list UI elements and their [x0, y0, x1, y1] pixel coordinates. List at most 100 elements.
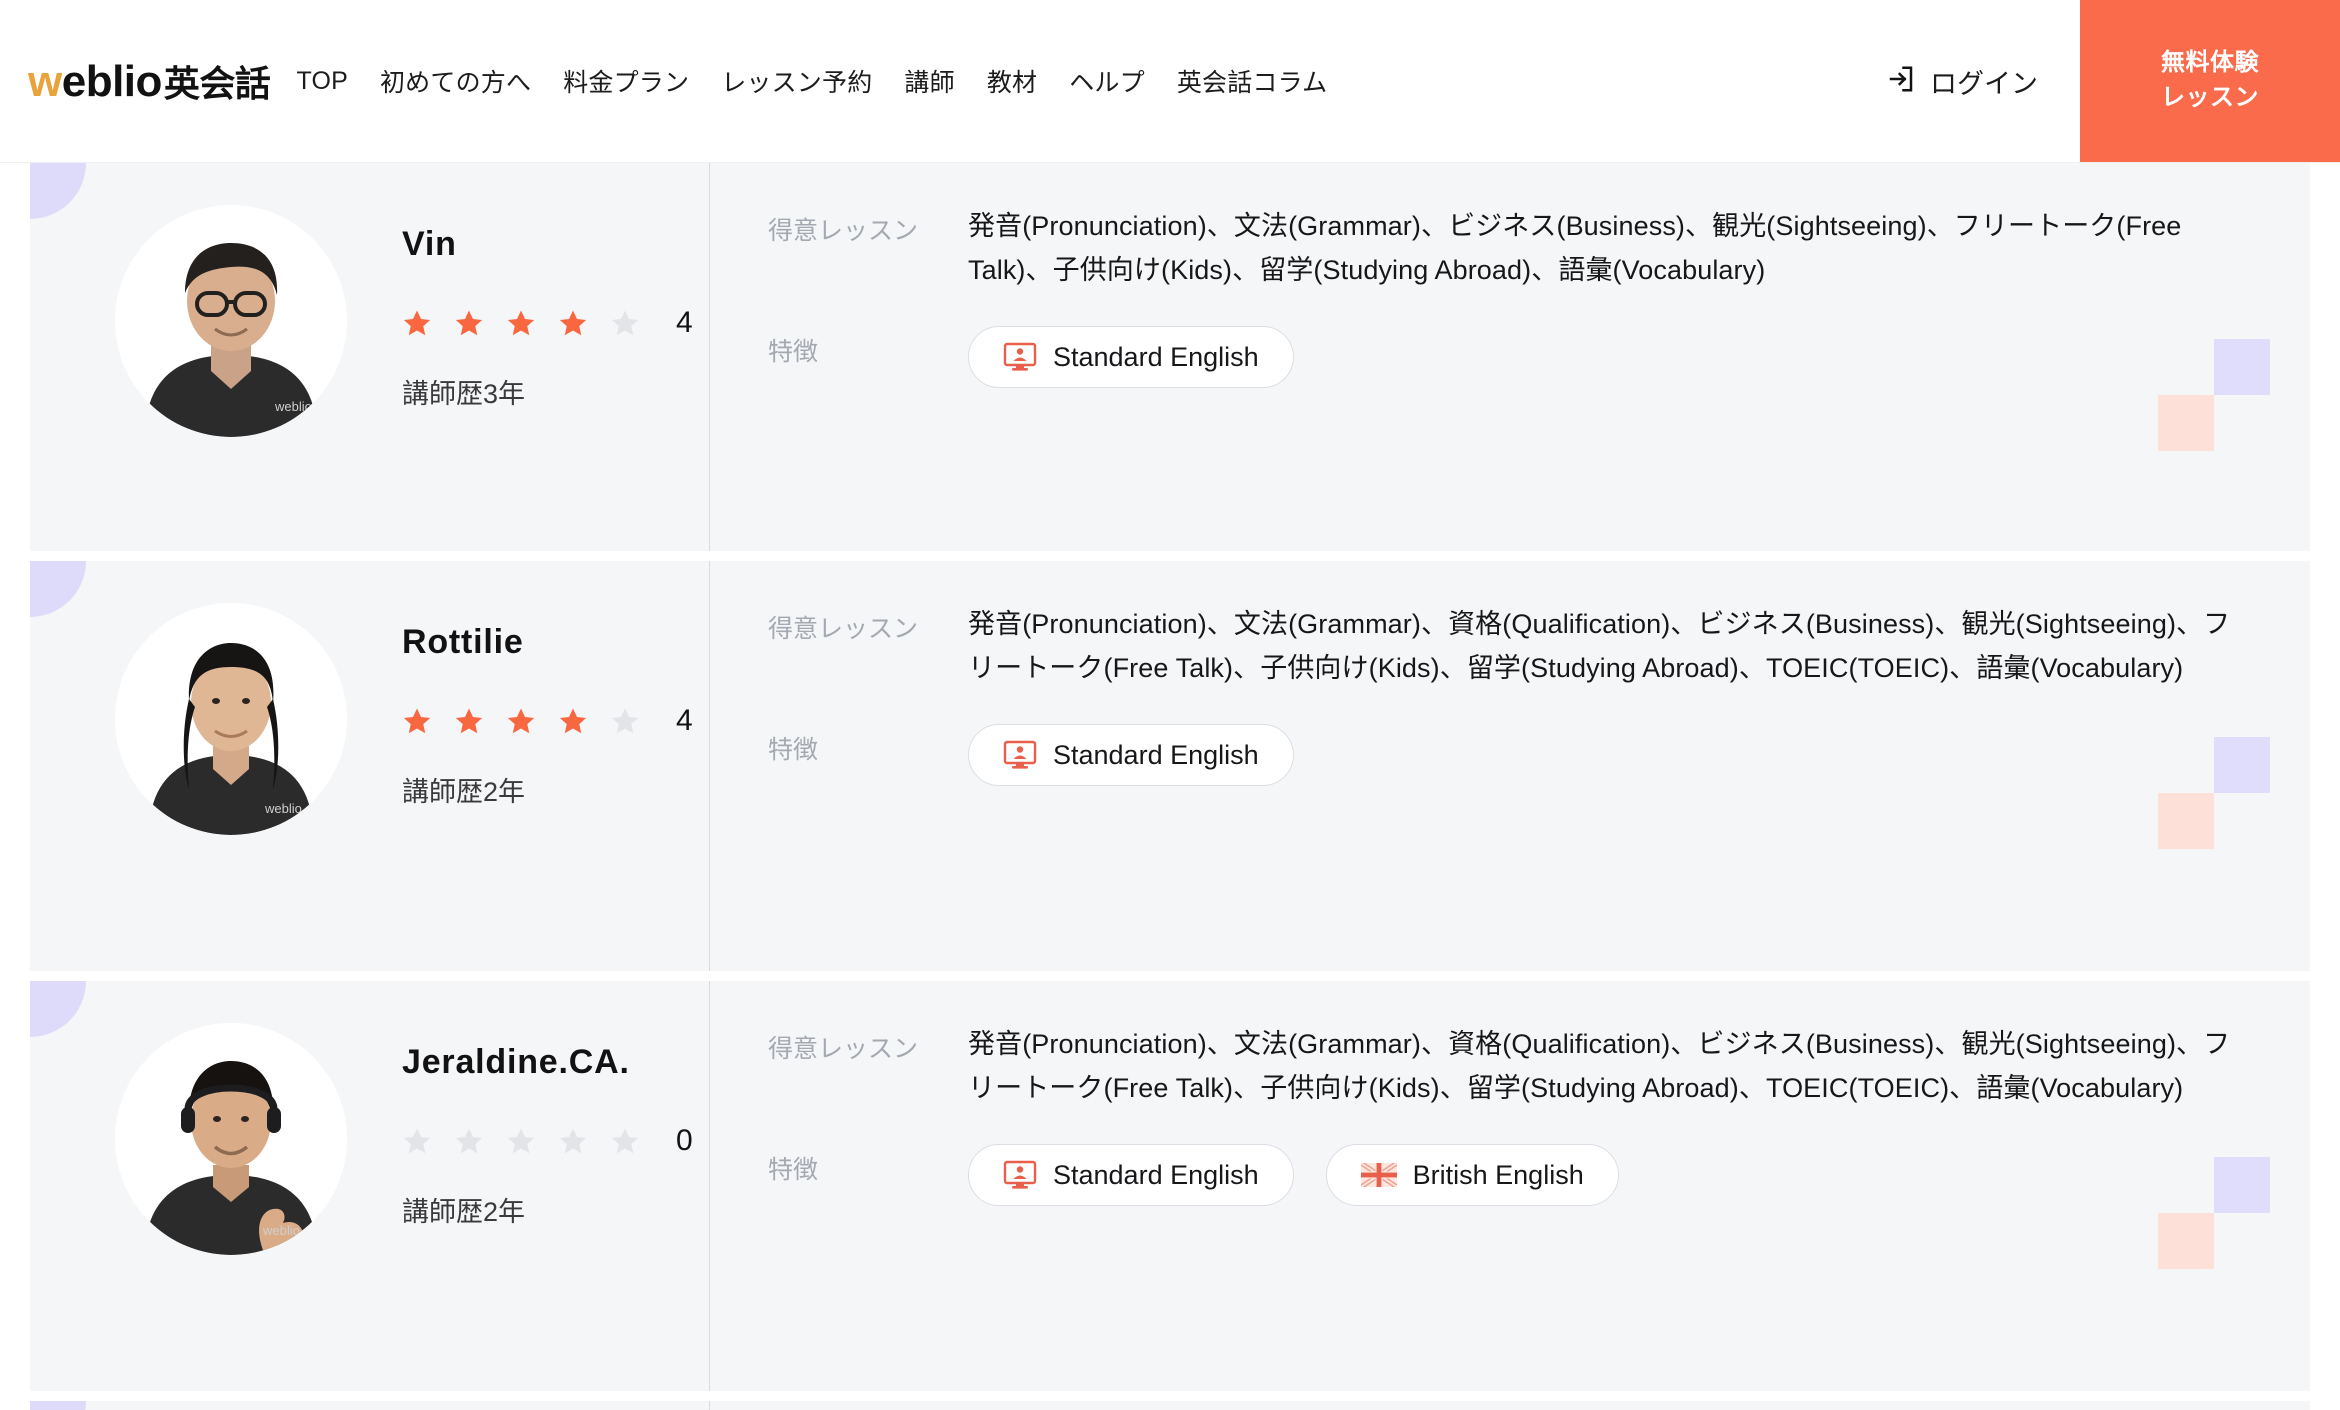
login-label: ログイン	[1930, 68, 2038, 99]
rating: 4	[402, 704, 693, 738]
star-icon	[507, 708, 535, 734]
feature-tag-standard-english[interactable]: Standard English	[968, 326, 1294, 389]
feature-tag-label: British English	[1412, 1159, 1584, 1190]
feature-tags: Standard English	[968, 326, 1294, 389]
feature-tags: Standard English	[968, 1144, 1619, 1207]
star-icon	[455, 708, 483, 734]
feature-field: 特徴 Standard English	[768, 326, 2310, 389]
lesson-field: 得意レッスン 発音(Pronunciation)、文法(Grammar)、資格(…	[768, 603, 2310, 690]
teacher-list: weblio Vin 4 講師歴3年 得意レッスン 発音(Pronunciati…	[0, 163, 2340, 1410]
star-icon-empty	[559, 1128, 587, 1154]
feature-tag-label: Standard English	[1053, 341, 1259, 372]
free-trial-button[interactable]: 無料体験 レッスン	[2080, 0, 2340, 162]
feature-tag-standard-english[interactable]: Standard English	[968, 1144, 1294, 1207]
svg-text:weblio: weblio	[262, 1223, 300, 1238]
svg-text:weblio: weblio	[274, 399, 312, 414]
rating-value: 0	[676, 1124, 693, 1157]
star-icon	[559, 708, 587, 734]
nav-item-beginners[interactable]: 初めての方へ	[364, 63, 547, 99]
uk-flag-icon	[1360, 1163, 1397, 1188]
feature-tag-label: Standard English	[1053, 739, 1259, 770]
feature-field: 特徴 Standard English	[768, 724, 2310, 787]
star-icon	[403, 708, 431, 734]
teacher-card[interactable]: weblio Jeraldine.CA. 0 講師歴2年 得意レッスン 発音(P…	[30, 981, 2310, 1391]
feature-tag-label: Standard English	[1053, 1159, 1259, 1190]
nav-item-column[interactable]: 英会話コラム	[1161, 63, 1343, 99]
teacher-name: Vin	[402, 225, 457, 263]
nav-item-reservation[interactable]: レッスン予約	[705, 63, 888, 99]
star-icon-empty	[403, 1128, 431, 1154]
login-button[interactable]: ログイン	[1844, 62, 2080, 101]
feature-label: 特徴	[768, 1156, 819, 1185]
feature-tags: Standard English	[968, 724, 1294, 787]
teacher-info: Vin 4 講師歴3年	[402, 205, 693, 411]
teacher-card-partial[interactable]	[30, 1401, 2310, 1410]
logo-jp-suffix: 英会話	[163, 63, 271, 104]
star-icon-empty	[507, 1128, 535, 1154]
lesson-field: 得意レッスン 発音(Pronunciation)、文法(Grammar)、資格(…	[768, 1023, 2310, 1110]
login-arrow-icon	[1886, 64, 1916, 99]
star-icon	[507, 310, 535, 336]
online-lesson-monitor-icon	[1003, 740, 1037, 770]
feature-tag-british-english[interactable]: British English	[1325, 1144, 1619, 1207]
rating-value: 4	[676, 704, 693, 737]
nav-item-help[interactable]: ヘルプ	[1053, 63, 1161, 99]
site-header: w eblio 英会話 TOP 初めての方へ 料金プラン レッスン予約 講師 教材 …	[0, 0, 2340, 163]
star-icon	[455, 310, 483, 336]
teacher-card[interactable]: weblio Vin 4 講師歴3年 得意レッスン 発音(Pronunciati…	[30, 163, 2310, 551]
header-actions: ログイン 無料体験 レッスン	[1844, 0, 2340, 162]
avatar[interactable]: weblio	[115, 205, 347, 437]
nav-item-materials[interactable]: 教材	[971, 63, 1053, 99]
main-navigation: TOP 初めての方へ 料金プラン レッスン予約 講師 教材 ヘルプ 英会話コラム	[296, 63, 1343, 99]
feature-label: 特徴	[768, 736, 819, 765]
teacher-card[interactable]: weblio Rottilie 4 講師歴2年 得意レッスン 発音(Pronun…	[30, 561, 2310, 971]
teacher-details: 得意レッスン 発音(Pronunciation)、文法(Grammar)、ビジネ…	[710, 163, 2310, 551]
teacher-details: 得意レッスン 発音(Pronunciation)、文法(Grammar)、資格(…	[710, 981, 2310, 1391]
star-icon-empty	[455, 1128, 483, 1154]
nav-item-teachers[interactable]: 講師	[888, 63, 970, 99]
teaching-experience: 講師歴2年	[402, 1197, 526, 1227]
rating: 4	[402, 306, 693, 340]
feature-tag-standard-english[interactable]: Standard English	[968, 724, 1294, 787]
logo-w-mark: w	[28, 57, 62, 106]
site-logo[interactable]: w eblio 英会話	[28, 55, 271, 107]
nav-item-top[interactable]: TOP	[296, 67, 364, 96]
teaching-experience: 講師歴3年	[402, 379, 526, 409]
teaching-experience: 講師歴2年	[402, 777, 526, 807]
lesson-label: 得意レッスン	[768, 615, 919, 643]
free-trial-line1: 無料体験	[2161, 49, 2259, 77]
teacher-summary	[30, 1401, 710, 1410]
teacher-info: Jeraldine.CA. 0 講師歴2年	[402, 1023, 693, 1229]
star-icon	[559, 310, 587, 336]
teacher-details: 得意レッスン 発音(Pronunciation)、文法(Grammar)、資格(…	[710, 561, 2310, 971]
rating: 0	[402, 1124, 693, 1158]
lesson-value: 発音(Pronunciation)、文法(Grammar)、資格(Qualifi…	[968, 1029, 2231, 1103]
star-icon	[403, 310, 431, 336]
online-lesson-monitor-icon	[1003, 342, 1037, 372]
teacher-name: Jeraldine.CA.	[402, 1043, 630, 1081]
logo-wordmark: eblio	[61, 57, 163, 106]
teacher-summary: weblio Jeraldine.CA. 0 講師歴2年	[30, 981, 710, 1391]
teacher-summary: weblio Vin 4 講師歴3年	[30, 163, 710, 551]
teacher-name: Rottilie	[402, 623, 524, 661]
teacher-summary: weblio Rottilie 4 講師歴2年	[30, 561, 710, 971]
avatar[interactable]: weblio	[115, 603, 347, 835]
lesson-label: 得意レッスン	[768, 1035, 919, 1063]
teacher-info: Rottilie 4 講師歴2年	[402, 603, 693, 809]
star-icon-empty	[611, 708, 639, 734]
star-icon-empty	[611, 310, 639, 336]
feature-field: 特徴 Standard English	[768, 1144, 2310, 1207]
svg-text:weblio: weblio	[264, 801, 302, 816]
lesson-label: 得意レッスン	[768, 217, 919, 245]
rating-value: 4	[676, 306, 693, 339]
lesson-value: 発音(Pronunciation)、文法(Grammar)、ビジネス(Busin…	[968, 211, 2182, 285]
star-icon-empty	[611, 1128, 639, 1154]
feature-label: 特徴	[768, 338, 819, 367]
teacher-details	[710, 1401, 2310, 1410]
avatar[interactable]: weblio	[115, 1023, 347, 1255]
lesson-field: 得意レッスン 発音(Pronunciation)、文法(Grammar)、ビジネ…	[768, 205, 2310, 292]
nav-item-pricing[interactable]: 料金プラン	[547, 63, 705, 99]
free-trial-line2: レッスン	[2161, 84, 2259, 111]
lesson-value: 発音(Pronunciation)、文法(Grammar)、資格(Qualifi…	[968, 609, 2231, 683]
online-lesson-monitor-icon	[1003, 1160, 1037, 1190]
